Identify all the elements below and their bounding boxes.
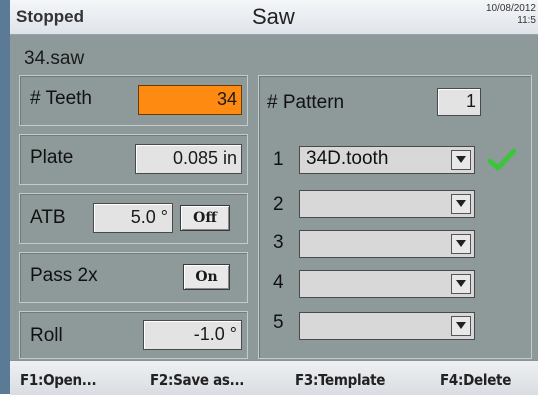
atb-label: ATB <box>30 207 66 228</box>
header-bar: Stopped Saw 10/08/2012 11:5 <box>10 0 538 35</box>
pattern-dropdown-2[interactable] <box>299 190 475 218</box>
teeth-group: # Teeth 34 <box>19 75 248 126</box>
plate-input[interactable]: 0.085 in <box>135 144 242 174</box>
pattern-row-number: 1 <box>273 149 284 170</box>
plate-label: Plate <box>30 147 74 168</box>
pattern-label: # Pattern <box>267 92 345 113</box>
f3-template-button[interactable]: F3:Template <box>295 371 385 389</box>
file-name: 34.saw <box>24 48 85 69</box>
teeth-input[interactable]: 34 <box>138 85 242 115</box>
pattern-row-number: 4 <box>273 272 284 293</box>
f4-delete-button[interactable]: F4:Delete <box>440 371 511 389</box>
pass2x-group: Pass 2x On <box>19 252 248 303</box>
pattern-row-number: 5 <box>273 312 284 333</box>
roll-input[interactable]: -1.0 ° <box>143 320 242 350</box>
left-edge-bar <box>0 0 10 394</box>
dropdown-arrow-icon[interactable] <box>451 194 471 214</box>
dropdown-arrow-icon[interactable] <box>451 150 471 170</box>
datetime-display: 10/08/2012 11:5 <box>486 3 536 27</box>
check-mark-icon <box>487 148 517 171</box>
atb-toggle-button[interactable]: Off <box>180 205 230 231</box>
saw-screen: Stopped Saw 10/08/2012 11:5 34.saw # Tee… <box>0 0 538 395</box>
pattern-dropdown-1[interactable]: 34D.tooth <box>299 146 475 174</box>
time-text: 11:5 <box>517 15 536 26</box>
roll-label: Roll <box>30 325 63 346</box>
pass2x-toggle-button[interactable]: On <box>183 264 230 290</box>
machine-status: Stopped <box>16 7 84 26</box>
pattern-dropdown-4[interactable] <box>299 270 475 298</box>
roll-group: Roll -1.0 ° <box>19 311 248 359</box>
dropdown-arrow-icon[interactable] <box>451 274 471 294</box>
screen-title: Saw <box>252 4 295 29</box>
pass2x-label: Pass 2x <box>30 265 98 286</box>
pattern-dropdown-5[interactable] <box>299 312 475 340</box>
pattern-row-number: 2 <box>273 194 284 215</box>
dropdown-arrow-icon[interactable] <box>451 234 471 254</box>
pattern-dropdown-value: 34D.tooth <box>306 148 389 169</box>
date-text: 10/08/2012 <box>485 3 536 14</box>
teeth-label: # Teeth <box>30 88 92 109</box>
atb-angle-input[interactable]: 5.0 ° <box>93 203 173 233</box>
f2-save-as-button[interactable]: F2:Save as... <box>150 371 244 389</box>
atb-group: ATB 5.0 ° Off <box>19 193 248 244</box>
dropdown-arrow-icon[interactable] <box>451 316 471 336</box>
pattern-group: # Pattern 1 1 34D.tooth 2 3 4 5 <box>258 75 532 359</box>
plate-group: Plate 0.085 in <box>19 134 248 185</box>
pattern-dropdown-3[interactable] <box>299 230 475 258</box>
f1-open-button[interactable]: F1:Open... <box>20 371 97 389</box>
pattern-count-input[interactable]: 1 <box>437 88 481 116</box>
function-key-bar: F1:Open... F2:Save as... F3:Template F4:… <box>10 360 538 395</box>
pattern-row-number: 3 <box>273 232 284 253</box>
